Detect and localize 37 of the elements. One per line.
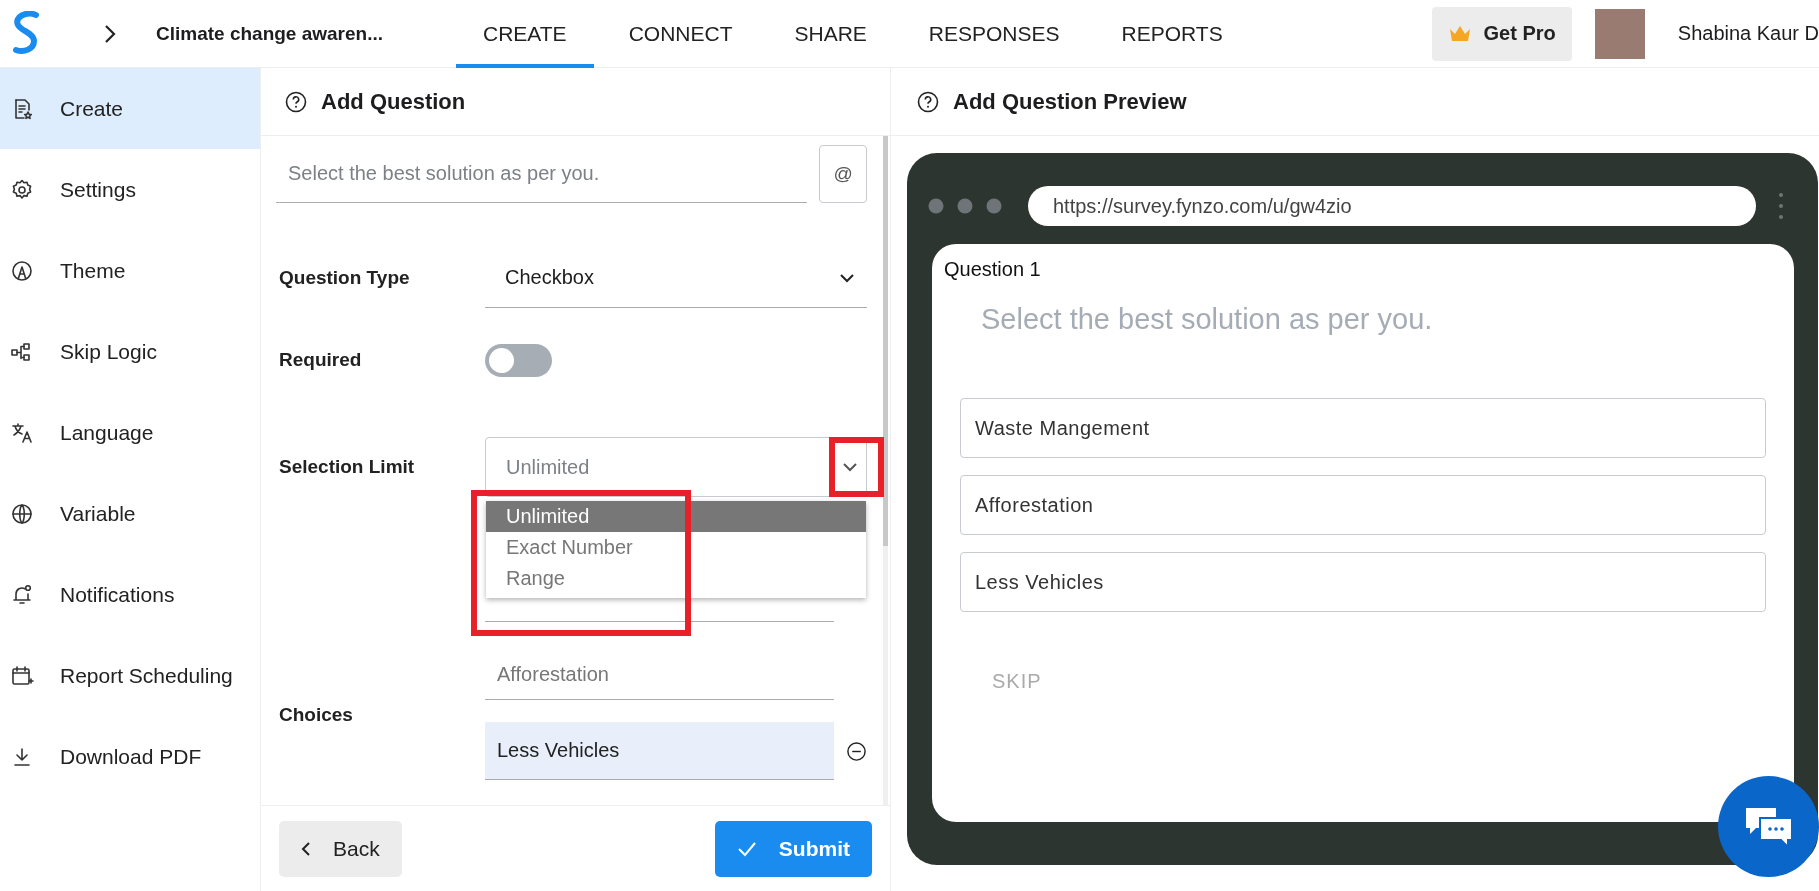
question-type-select[interactable]: Checkbox	[485, 248, 867, 308]
field-label: Choices	[279, 704, 354, 726]
nav-tab[interactable]: CREATE	[456, 0, 594, 68]
sidebar-item[interactable]: Variable	[0, 473, 260, 554]
sidebar-item[interactable]: Skip Logic	[0, 311, 260, 392]
nav-tab[interactable]: CONNECT	[601, 0, 760, 68]
field-label: Question Type	[279, 267, 411, 289]
sidebar-item[interactable]: Report Scheduling	[0, 635, 260, 716]
panel-title: Add Question Preview	[953, 88, 1187, 115]
address-bar: https://survey.fynzo.com/u/gw4zio	[1028, 186, 1756, 226]
dropdown-option[interactable]: Exact Number	[486, 532, 866, 563]
question-number: Question 1	[944, 258, 1042, 281]
dropdown-option[interactable]: Unlimited	[486, 501, 866, 532]
sidebar-item[interactable]: Theme	[0, 230, 260, 311]
question-text: Select the best solution as per you.	[981, 303, 1434, 336]
field-label: Selection Limit	[279, 456, 416, 478]
back-button[interactable]: Back	[279, 820, 402, 877]
sidebar-item[interactable]: Language	[0, 392, 260, 473]
answer-option[interactable]: Less Vehicles	[960, 552, 1766, 612]
nav-tab[interactable]: RESPONSES	[901, 0, 1087, 68]
sidebar-item[interactable]: Download PDF	[0, 716, 260, 797]
answer-option[interactable]: Waste Mangement	[960, 398, 1766, 458]
nav-tab[interactable]: SHARE	[767, 0, 894, 68]
answer-option[interactable]: Afforestation	[960, 475, 1766, 535]
mention-button[interactable]: @	[819, 145, 867, 203]
get-pro-button[interactable]: Get Pro	[1431, 6, 1572, 61]
selection-limit-select[interactable]: Unlimited	[485, 437, 867, 497]
field-label: Required	[279, 349, 363, 371]
choice-input[interactable]: Less Vehicles	[485, 722, 834, 780]
sidebar-item[interactable]: Create	[0, 68, 260, 149]
survey-title: Climate change awaren...	[156, 22, 385, 45]
dropdown-option[interactable]: Range	[486, 563, 866, 594]
nav-tab[interactable]: REPORTS	[1094, 0, 1250, 68]
panel-title: Add Question	[321, 88, 466, 115]
sidebar-item[interactable]: Notifications	[0, 554, 260, 635]
user-name[interactable]: Shabina Kaur D	[1677, 22, 1819, 45]
sidebar-item[interactable]: Settings	[0, 149, 260, 230]
